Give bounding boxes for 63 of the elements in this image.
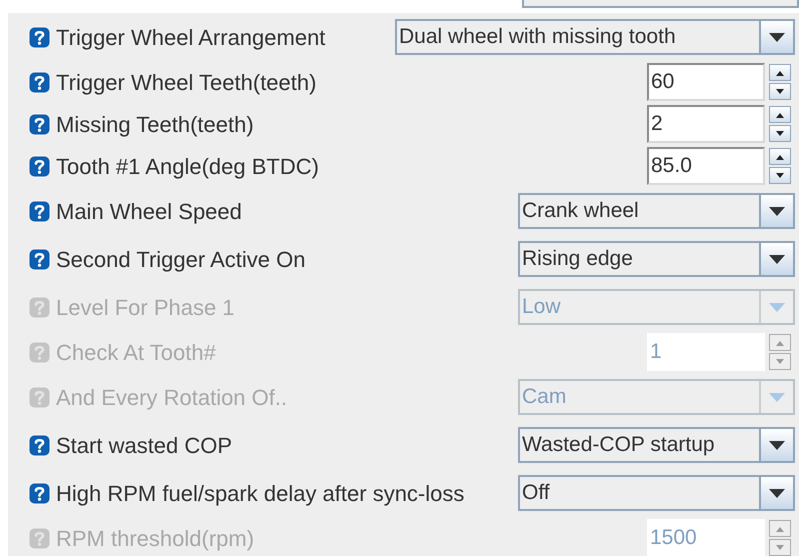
dropdown-arrow-button[interactable]: [759, 195, 793, 227]
dropdown[interactable]: Rising edge: [518, 241, 795, 277]
field-label: RPM threshold(rpm): [56, 524, 254, 553]
down-arrow-icon: [775, 130, 785, 136]
help-icon[interactable]: [29, 26, 50, 48]
help-icon[interactable]: [29, 482, 50, 504]
dropdown[interactable]: Off: [518, 475, 795, 511]
dropdown[interactable]: Crank wheel: [518, 193, 795, 229]
dropdown-value: Wasted-COP startup: [521, 432, 716, 458]
number-field[interactable]: 85.0: [647, 147, 765, 185]
dropdown-arrow-button[interactable]: [759, 477, 793, 509]
decrement-button[interactable]: [769, 167, 791, 184]
caret-icon: [769, 440, 785, 450]
up-arrow-icon: [775, 526, 785, 532]
down-arrow-icon: [775, 88, 785, 94]
caret-icon: [769, 32, 785, 42]
up-arrow-icon: [775, 340, 785, 346]
field-label: And Every Rotation Of..: [56, 384, 288, 412]
help-icon[interactable]: [29, 114, 50, 134]
dropdown-arrow-button[interactable]: [759, 21, 793, 53]
help-icon[interactable]: [29, 156, 50, 176]
field-label: Level For Phase 1: [56, 294, 235, 322]
dropdown[interactable]: Dual wheel with missing tooth: [395, 19, 795, 55]
dropdown-arrow-button[interactable]: [759, 429, 793, 461]
field-label: Missing Teeth(teeth): [56, 110, 254, 139]
dropdown-value: Dual wheel with missing tooth: [398, 24, 677, 50]
number-field[interactable]: 60: [647, 63, 765, 101]
dropdown-value: Crank wheel: [521, 198, 640, 224]
dropdown-arrow-button[interactable]: [759, 243, 793, 275]
field-label: Trigger Wheel Teeth(teeth): [56, 68, 316, 97]
caret-icon: [769, 254, 785, 264]
down-arrow-icon: [775, 358, 785, 364]
increment-button[interactable]: [769, 64, 791, 81]
increment-button[interactable]: [769, 106, 791, 123]
up-arrow-icon: [775, 70, 785, 76]
decrement-button[interactable]: [769, 83, 791, 100]
dropdown[interactable]: Wasted-COP startup: [518, 427, 795, 463]
up-arrow-icon: [775, 112, 785, 118]
field-label: Start wasted COP: [56, 432, 232, 460]
field-label: High RPM fuel/spark delay after sync-loss: [56, 480, 464, 508]
up-arrow-icon: [775, 154, 785, 160]
decrement-button[interactable]: [769, 125, 791, 142]
caret-icon: [769, 392, 785, 402]
field-label: Main Wheel Speed: [56, 198, 242, 226]
caret-icon: [769, 302, 785, 312]
help-icon[interactable]: [29, 434, 50, 456]
help-icon[interactable]: [29, 72, 50, 92]
help-icon[interactable]: [29, 248, 50, 270]
field-label: Trigger Wheel Arrangement: [56, 24, 326, 52]
caret-icon: [769, 206, 785, 216]
down-arrow-icon: [775, 172, 785, 178]
field-label: Tooth #1 Angle(deg BTDC): [56, 152, 319, 181]
dropdown-value: Rising edge: [521, 246, 634, 272]
field-label: Check At Tooth#: [56, 338, 216, 366]
number-field[interactable]: 2: [647, 105, 765, 143]
dropdown-value: Low: [521, 294, 562, 320]
down-arrow-icon: [775, 544, 785, 550]
dropdown-value: Off: [521, 480, 551, 506]
field-label: Second Trigger Active On: [56, 246, 306, 274]
increment-button[interactable]: [769, 148, 791, 165]
caret-icon: [769, 488, 785, 498]
help-icon[interactable]: [29, 200, 50, 222]
dropdown-value: Cam: [521, 384, 568, 410]
